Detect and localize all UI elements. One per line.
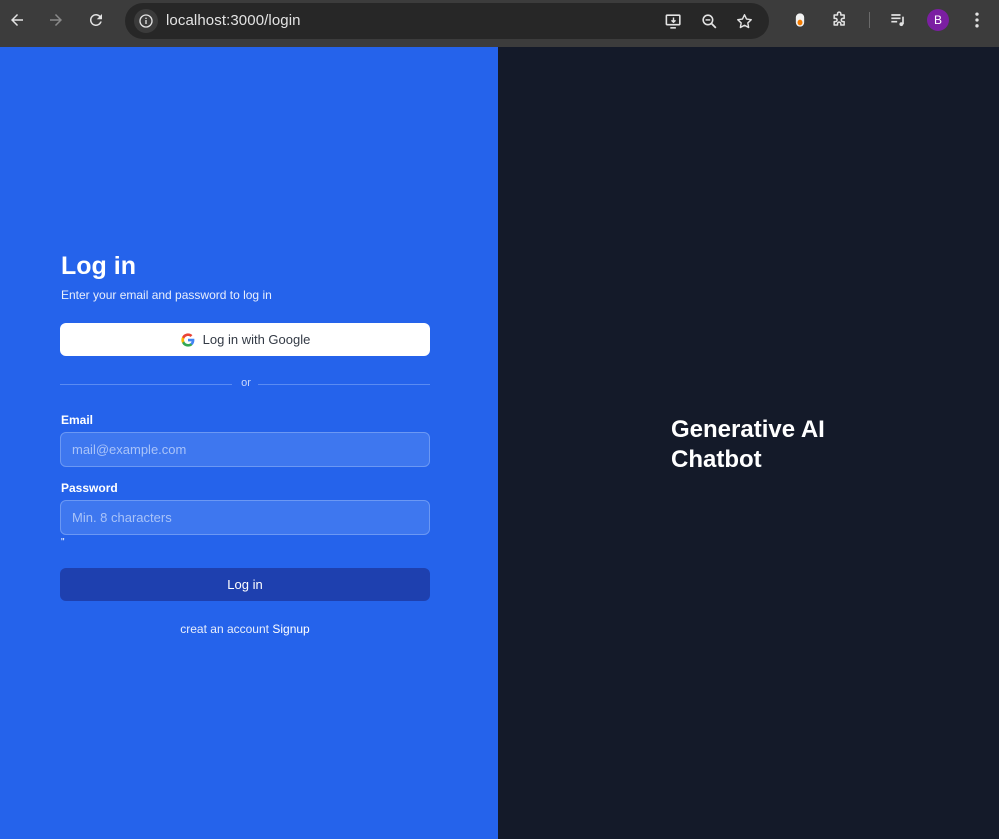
menu-icon[interactable] (965, 9, 989, 31)
password-field[interactable] (60, 500, 430, 535)
email-label: Email (61, 413, 94, 427)
address-bar[interactable]: localhost:3000/login (125, 3, 769, 39)
install-app-icon[interactable] (662, 11, 684, 31)
extension-icon[interactable] (788, 9, 812, 31)
login-panel: Log in Enter your email and password to … (0, 47, 498, 839)
divider-text: or (241, 377, 251, 389)
signup-row: creat an account Signup (60, 622, 430, 636)
error-text: " (61, 537, 65, 548)
brand-panel: Generative AI Chatbot (498, 47, 999, 839)
signup-link[interactable]: Signup (272, 622, 309, 636)
divider-right (258, 384, 430, 385)
login-button[interactable]: Log in (60, 568, 430, 601)
email-field[interactable] (60, 432, 430, 467)
page-title: Log in (61, 252, 136, 280)
back-icon[interactable] (6, 8, 28, 32)
reload-icon[interactable] (85, 8, 107, 32)
puzzle-icon[interactable] (828, 9, 852, 31)
zoom-icon[interactable] (698, 11, 720, 31)
password-label: Password (61, 481, 118, 495)
profile-avatar[interactable]: B (927, 9, 949, 31)
divider-left (60, 384, 232, 385)
bookmark-star-icon[interactable] (733, 11, 755, 31)
google-login-button[interactable]: Log in with Google (60, 323, 430, 356)
forward-icon[interactable] (45, 8, 67, 32)
site-info-icon[interactable] (134, 9, 158, 33)
media-icon[interactable] (886, 9, 910, 31)
signup-prompt: creat an account (180, 622, 269, 636)
page-subtitle: Enter your email and password to log in (61, 288, 272, 302)
google-icon (181, 332, 195, 347)
google-login-label: Log in with Google (202, 332, 311, 347)
browser-toolbar: localhost:3000/login B (0, 0, 999, 47)
brand-title: Generative AI Chatbot (671, 416, 825, 473)
toolbar-separator (869, 12, 870, 28)
url-text[interactable]: localhost:3000/login (166, 12, 301, 29)
